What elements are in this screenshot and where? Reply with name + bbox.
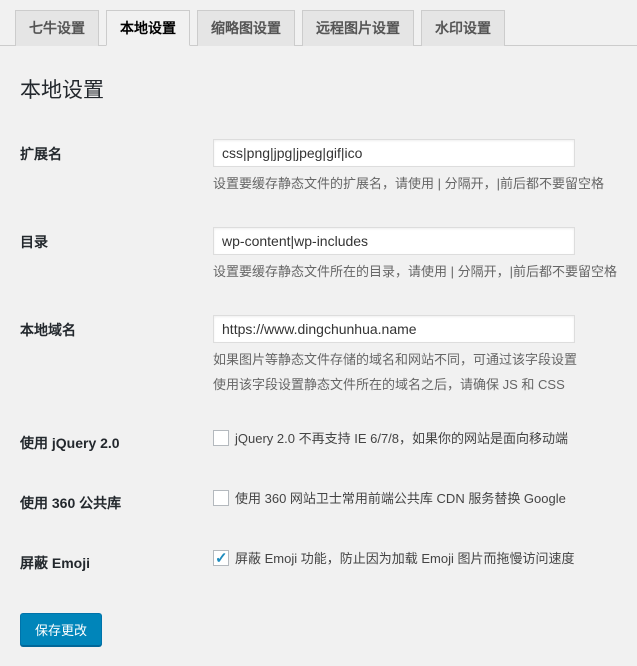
emoji-checkbox[interactable] — [213, 550, 229, 566]
emoji-checkbox-label: 屏蔽 Emoji 功能，防止因为加载 Emoji 图片而拖慢访问速度 — [235, 548, 574, 567]
settings-form: 扩展名 设置要缓存静态文件的扩展名，请使用 | 分隔开，|前后都不要留空格 目录… — [20, 124, 617, 593]
emoji-label: 屏蔽 Emoji — [20, 533, 213, 593]
domain-label: 本地域名 — [20, 300, 213, 413]
dirs-input[interactable] — [213, 227, 575, 255]
tab-watermark[interactable]: 水印设置 — [421, 10, 505, 46]
lib360-checkbox-label: 使用 360 网站卫士常用前端公共库 CDN 服务替换 Google — [235, 488, 566, 507]
ext-description: 设置要缓存静态文件的扩展名，请使用 | 分隔开，|前后都不要留空格 — [213, 173, 617, 192]
lib360-label: 使用 360 公共库 — [20, 473, 213, 533]
tab-local[interactable]: 本地设置 — [106, 10, 190, 46]
domain-input[interactable] — [213, 315, 575, 343]
tab-remote-image[interactable]: 远程图片设置 — [302, 10, 414, 46]
dirs-description: 设置要缓存静态文件所在的目录，请使用 | 分隔开，|前后都不要留空格 — [213, 261, 617, 280]
dirs-label: 目录 — [20, 212, 213, 300]
domain-description-2: 使用该字段设置静态文件所在的域名之后，请确保 JS 和 CSS — [213, 374, 617, 393]
tab-qiniu[interactable]: 七牛设置 — [15, 10, 99, 46]
ext-label: 扩展名 — [20, 124, 213, 212]
settings-tabs: 七牛设置 本地设置 缩略图设置 远程图片设置 水印设置 — [0, 0, 637, 46]
jquery-checkbox[interactable] — [213, 430, 229, 446]
settings-content: 本地设置 扩展名 设置要缓存静态文件的扩展名，请使用 | 分隔开，|前后都不要留… — [0, 46, 637, 666]
save-button[interactable]: 保存更改 — [20, 613, 102, 646]
lib360-checkbox[interactable] — [213, 490, 229, 506]
domain-description-1: 如果图片等静态文件存储的域名和网站不同，可通过该字段设置 — [213, 349, 617, 368]
page-title: 本地设置 — [20, 74, 617, 104]
ext-input[interactable] — [213, 139, 575, 167]
jquery-label: 使用 jQuery 2.0 — [20, 413, 213, 473]
tab-thumbnail[interactable]: 缩略图设置 — [197, 10, 295, 46]
jquery-checkbox-label: jQuery 2.0 不再支持 IE 6/7/8，如果你的网站是面向移动端 — [235, 428, 568, 447]
